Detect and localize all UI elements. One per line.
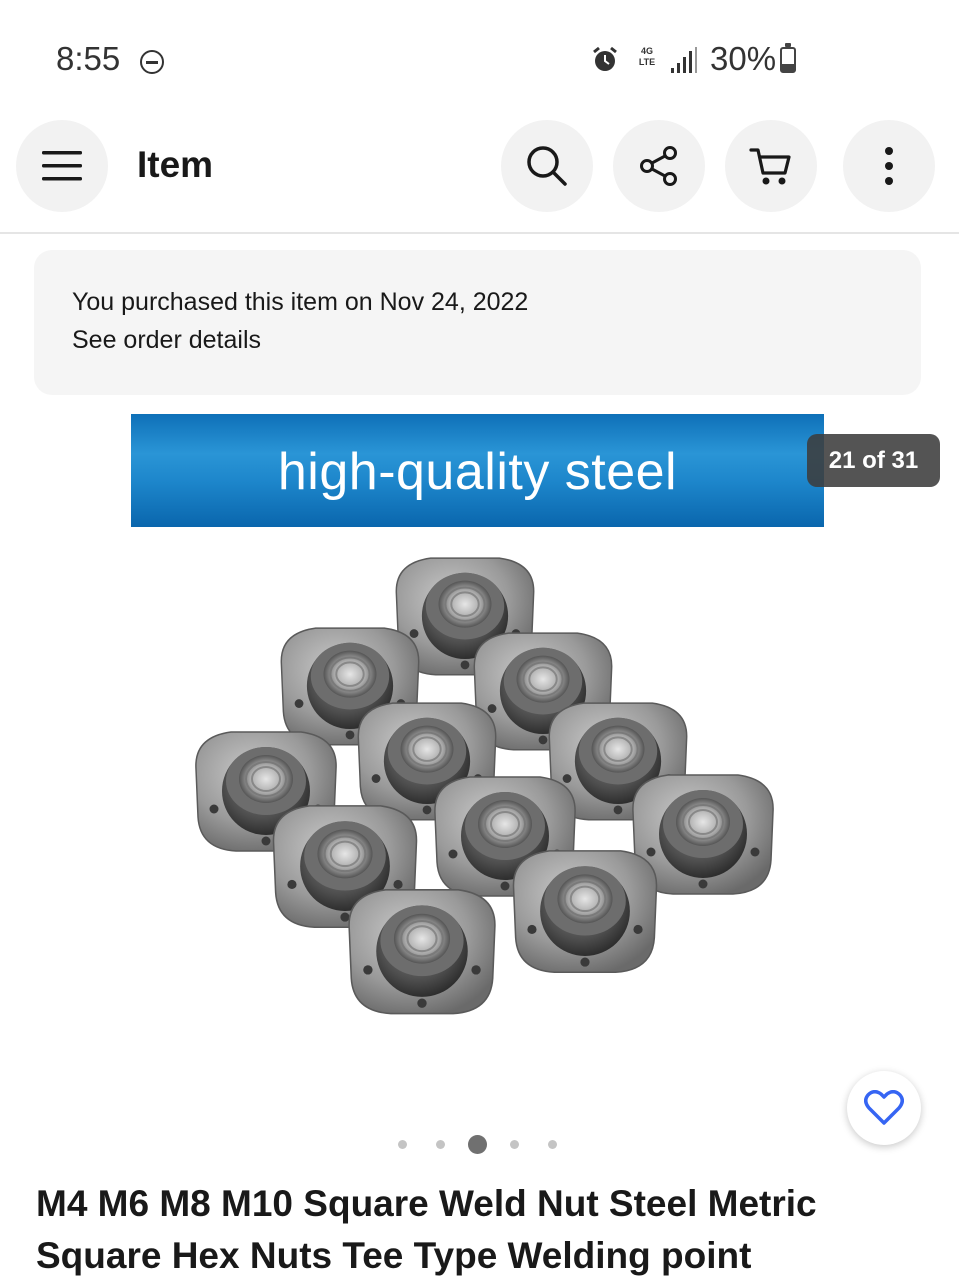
- share-icon: [640, 146, 677, 186]
- item-title: M4 M6 M8 M10 Square Weld Nut Steel Metri…: [36, 1183, 817, 1276]
- search-button[interactable]: [501, 120, 593, 212]
- pager-dot[interactable]: [436, 1140, 445, 1149]
- battery-icon: [780, 43, 796, 73]
- search-icon: [527, 146, 567, 186]
- more-icon: [885, 147, 893, 185]
- status-bar: 8:55 4G LTE 30%: [0, 0, 959, 120]
- purchase-date-text: You purchased this item on Nov 24, 2022: [72, 288, 529, 316]
- menu-button[interactable]: [16, 120, 108, 212]
- heart-icon: [864, 1090, 904, 1125]
- status-time: 8:55: [56, 40, 121, 77]
- more-options-button[interactable]: [843, 120, 935, 212]
- pager-dot[interactable]: [398, 1140, 407, 1149]
- cart-icon: [749, 148, 791, 185]
- cart-button[interactable]: [725, 120, 817, 212]
- pager-dot-active[interactable]: [468, 1135, 487, 1154]
- order-details-link[interactable]: See order details: [72, 326, 261, 355]
- share-button[interactable]: [613, 120, 705, 212]
- page-title: Item: [137, 144, 214, 185]
- product-image-gallery[interactable]: high-quality steel 21 of 31: [0, 412, 959, 1062]
- signal-icon: [670, 46, 698, 79]
- purchase-notice: You purchased this item on Nov 24, 2022 …: [34, 250, 921, 395]
- menu-icon: [42, 151, 82, 181]
- do-not-disturb-icon: [140, 50, 164, 74]
- image-pager: [0, 1130, 959, 1160]
- pager-dot[interactable]: [548, 1140, 557, 1149]
- battery-percent: 30%: [710, 40, 777, 77]
- alarm-icon: [590, 45, 620, 80]
- weld-nuts-photo: [194, 557, 775, 1015]
- app-header: Item: [0, 118, 959, 234]
- pager-dot[interactable]: [510, 1140, 519, 1149]
- network-type-icon: 4G LTE: [638, 46, 656, 67]
